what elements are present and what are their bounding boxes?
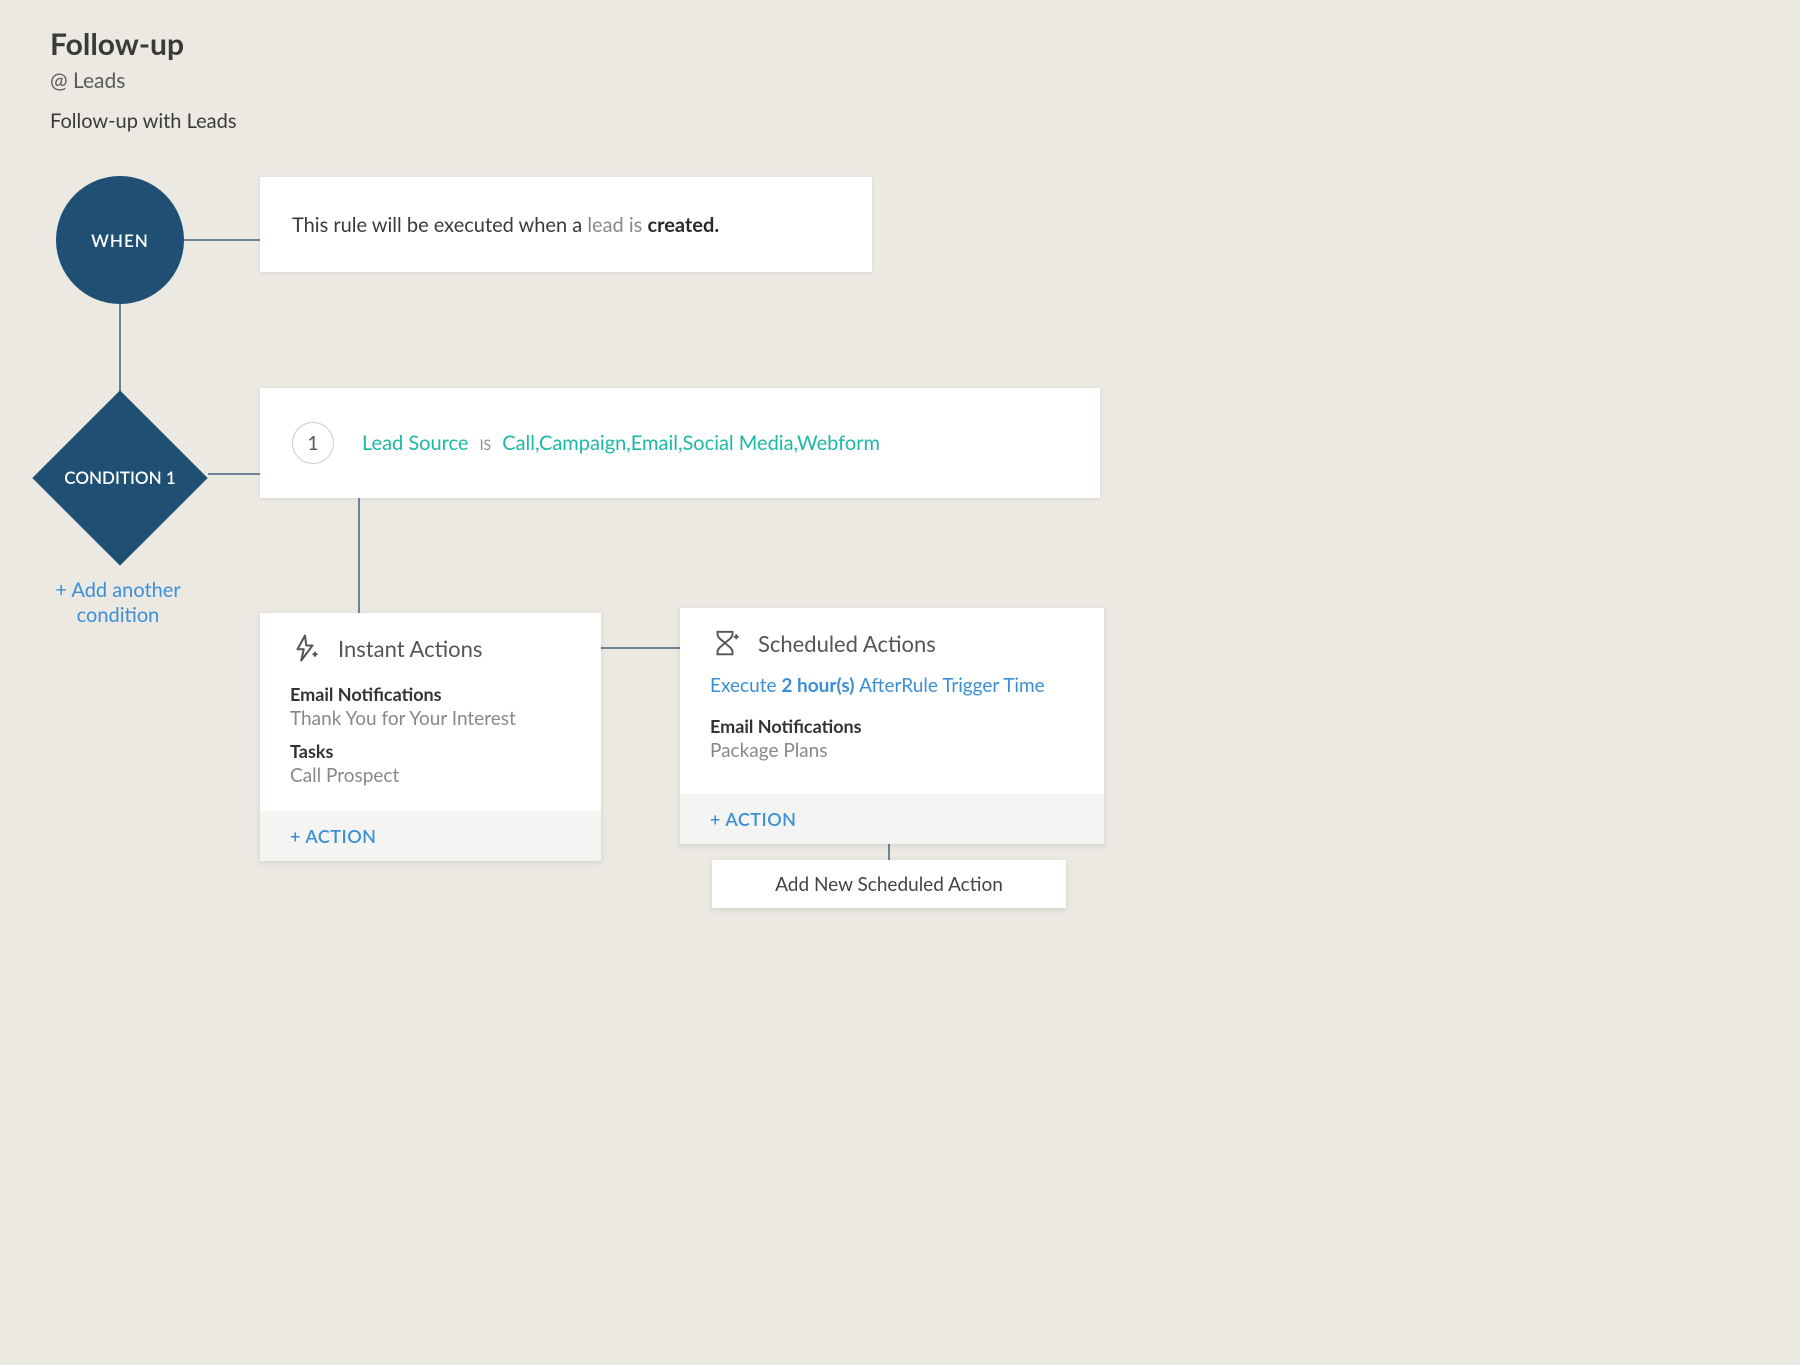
- condition-node-label: CONDITION 1: [50, 467, 190, 489]
- instant-panel-header: Instant Actions: [260, 613, 601, 675]
- when-node-label: WHEN: [91, 230, 149, 251]
- hourglass-plus-icon: [710, 628, 740, 658]
- rule-scope: @ Leads: [50, 68, 236, 93]
- add-new-scheduled-action-button[interactable]: Add New Scheduled Action: [712, 860, 1066, 908]
- page-title: Follow-up: [50, 26, 236, 62]
- scheduled-section-heading: Email Notifications: [710, 715, 1074, 737]
- connector: [208, 473, 262, 475]
- instant-action-footer: + ACTION: [260, 811, 601, 861]
- when-panel[interactable]: This rule will be executed when a lead i…: [260, 177, 872, 272]
- add-condition-link[interactable]: + Add another condition: [48, 578, 188, 628]
- instant-actions-panel: Instant Actions Email Notifications Than…: [260, 613, 601, 861]
- condition-index: 1: [292, 422, 334, 464]
- add-scheduled-action[interactable]: + ACTION: [710, 808, 797, 830]
- instant-section-heading: Email Notifications: [290, 683, 571, 705]
- instant-section-item[interactable]: Thank You for Your Interest: [290, 707, 571, 730]
- rule-description: Follow-up with Leads: [50, 109, 236, 133]
- condition-field: Lead Source: [362, 431, 468, 455]
- lightning-plus-icon: [290, 633, 320, 663]
- scheduled-title: Scheduled Actions: [758, 630, 936, 657]
- condition-expression: Lead Source IS Call,Campaign,Email,Socia…: [362, 431, 880, 455]
- connector: [180, 239, 262, 241]
- condition-panel[interactable]: 1 Lead Source IS Call,Campaign,Email,Soc…: [260, 388, 1100, 498]
- scheduled-action-footer: + ACTION: [680, 794, 1104, 844]
- scheduled-panel-header: Scheduled Actions: [680, 608, 1104, 670]
- when-panel-text: This rule will be executed when a lead i…: [292, 213, 719, 237]
- add-instant-action[interactable]: + ACTION: [290, 825, 377, 847]
- condition-operator: IS: [480, 436, 492, 453]
- scheduled-execute-text[interactable]: Execute 2 hour(s) AfterRule Trigger Time: [710, 674, 1074, 697]
- connector: [600, 647, 682, 649]
- connector: [358, 498, 360, 613]
- instant-title: Instant Actions: [338, 635, 482, 662]
- rule-header: Follow-up @ Leads Follow-up with Leads: [50, 26, 236, 133]
- connector: [888, 842, 890, 862]
- condition-value: Call,Campaign,Email,Social Media,Webform: [502, 431, 880, 455]
- when-node[interactable]: WHEN: [56, 176, 184, 304]
- condition-node[interactable]: CONDITION 1: [30, 388, 210, 568]
- instant-section-heading: Tasks: [290, 740, 571, 762]
- instant-section-item[interactable]: Call Prospect: [290, 764, 571, 787]
- scheduled-section-item[interactable]: Package Plans: [710, 739, 1074, 762]
- scheduled-actions-panel: Scheduled Actions Execute 2 hour(s) Afte…: [680, 608, 1104, 844]
